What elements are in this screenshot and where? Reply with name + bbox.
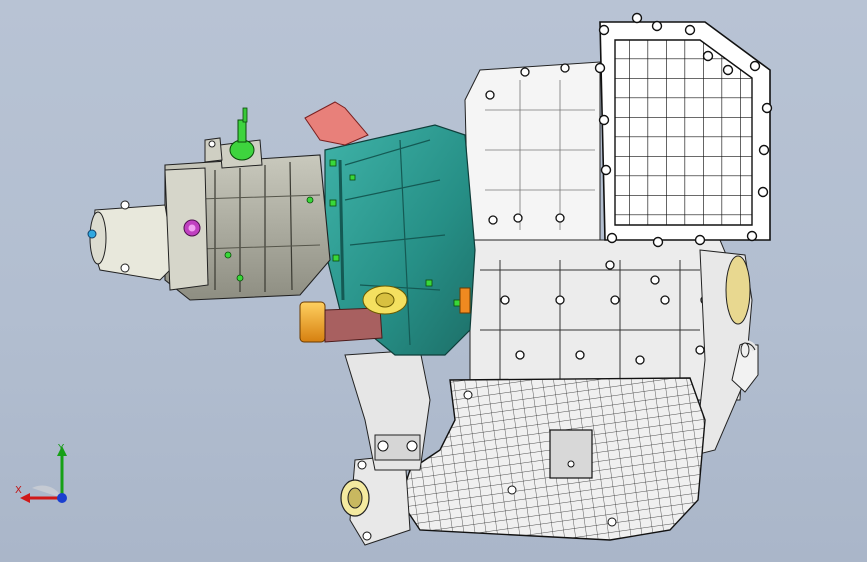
shifter-tower[interactable] [204, 107, 263, 169]
triad-x-label: X [15, 485, 22, 496]
exhaust-heat-shield[interactable] [399, 377, 706, 541]
triad-axes-graphic [20, 446, 67, 503]
rear-extension-housing[interactable] [87, 167, 209, 291]
3d-viewport[interactable]: Y X [0, 0, 867, 562]
z-axis-dot [57, 493, 67, 503]
top-mount-bracket[interactable] [304, 101, 369, 146]
orientation-triad[interactable]: Y X [10, 436, 80, 512]
oil-pan[interactable] [594, 12, 773, 248]
triad-y-label: Y [58, 443, 65, 454]
engine-mount-bracket[interactable] [344, 349, 431, 471]
engine-model-graphic[interactable] [0, 0, 867, 562]
